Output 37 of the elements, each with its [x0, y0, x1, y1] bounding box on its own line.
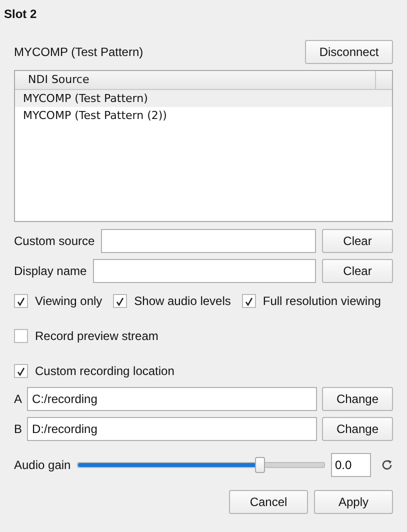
- checkbox[interactable]: [242, 294, 256, 308]
- checkbox[interactable]: [14, 294, 28, 308]
- checkbox-label: Viewing only: [35, 294, 102, 308]
- check-icon: [116, 296, 124, 306]
- gain-label: Audio gain: [14, 458, 71, 472]
- field-label: Display name: [14, 264, 87, 278]
- text-field[interactable]: [100, 229, 316, 253]
- location-label: A: [14, 392, 22, 406]
- dialog-button[interactable]: Cancel: [229, 490, 308, 514]
- check-icon: [17, 296, 25, 306]
- list-item[interactable]: MYCOMP (Test Pattern): [15, 90, 392, 107]
- check-icon: [244, 296, 253, 306]
- checkbox-label: Record preview stream: [35, 329, 158, 343]
- path-field[interactable]: D:/recording: [27, 417, 317, 441]
- checkbox[interactable]: [113, 294, 128, 308]
- gain-field[interactable]: 0.0: [331, 453, 371, 477]
- checkbox-label: Full resolution viewing: [262, 294, 381, 308]
- text-field[interactable]: [92, 259, 316, 283]
- checkbox-label: Custom recording location: [35, 364, 174, 378]
- section-title: Slot 2: [4, 6, 37, 23]
- change-button[interactable]: Change: [322, 387, 393, 411]
- slider-handle[interactable]: [255, 457, 266, 473]
- reset-icon[interactable]: [381, 459, 393, 471]
- gain-slider[interactable]: [76, 456, 325, 474]
- field-label: Custom source: [14, 234, 95, 248]
- dialog-button[interactable]: Apply: [314, 490, 393, 514]
- disconnect-button[interactable]: Disconnect: [305, 40, 393, 64]
- clear-button[interactable]: Clear: [322, 229, 393, 253]
- checkbox[interactable]: [14, 329, 28, 343]
- checkbox[interactable]: [14, 364, 28, 378]
- path-field[interactable]: C:/recording: [27, 387, 317, 411]
- location-label: B: [14, 422, 22, 436]
- change-button[interactable]: Change: [322, 417, 393, 441]
- check-icon: [17, 366, 25, 376]
- clear-button[interactable]: Clear: [322, 259, 393, 283]
- source-name: MYCOMP (Test Pattern): [14, 45, 144, 59]
- checkbox-label: Show audio levels: [134, 294, 231, 308]
